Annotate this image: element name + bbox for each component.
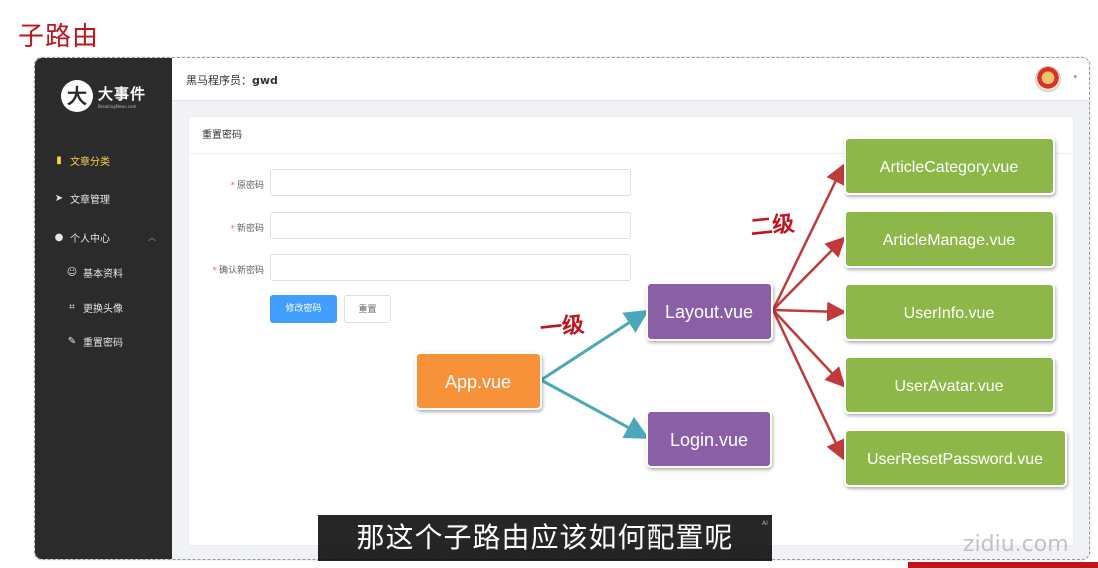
node-articlecategory-label: ArticleCategory.vue [880,159,1019,176]
paper-plane-icon: ➤ [54,192,64,204]
node-login: Login.vue [646,410,772,468]
node-app: App.vue [415,352,542,410]
node-userresetpassword-label: UserResetPassword.vue [867,451,1043,468]
avatar[interactable] [1035,66,1061,92]
confirm-password-input[interactable] [270,254,631,281]
welcome-prefix: 黑马程序员： [186,74,252,87]
node-login-label: Login.vue [670,430,748,450]
node-userinfo: UserInfo.vue [844,283,1055,341]
logo-name: 大事件 [98,85,147,103]
sidebar-item-article-category[interactable]: ▮ 文章分类 [35,145,172,175]
logo: 大 大事件 BreakingNews.com [61,80,146,112]
old-password-label: 原密码 [236,181,264,191]
node-articlecategory: ArticleCategory.vue [844,137,1055,195]
user-icon: ● [54,231,64,243]
required-mark: * [230,181,235,191]
required-mark: * [212,266,217,276]
crop-icon: ⌗ [69,301,75,313]
form-row-confirm-password: * 确认新密码 [189,254,649,282]
bar-chart-icon: ▮ [56,154,62,166]
logo-sub: BreakingNews.com [98,104,137,109]
required-mark: * [230,224,235,234]
form-row-old-password: * 原密码 [189,169,649,197]
slide-title: 子路由 [18,22,100,52]
corner-bar [908,562,1098,568]
confirm-password-label: 确认新密码 [218,266,264,276]
node-articlemanage: ArticleManage.vue [844,210,1055,268]
reset-button[interactable]: 重置 [344,295,391,323]
sidebar-item-label: 文章管理 [70,194,110,206]
sidebar-item-label: 更换头像 [83,303,123,315]
chevron-up-icon: ︿ [148,232,156,242]
node-useravatar: UserAvatar.vue [844,356,1055,414]
sidebar-item-user-info[interactable]: ☺ 基本资料 [35,257,172,287]
node-userinfo-label: UserInfo.vue [904,305,995,322]
sidebar-item-article-manage[interactable]: ➤ 文章管理 [35,183,172,213]
submit-button[interactable]: 修改密码 [270,295,337,323]
video-caption: 那这个子路由应该如何配置呢 [318,515,772,561]
sidebar-item-user-center[interactable]: ● 个人中心 ︿ [35,222,172,252]
node-useravatar-label: UserAvatar.vue [894,378,1003,395]
sidebar-item-label: 重置密码 [83,337,123,349]
sidebar-item-user-avatar[interactable]: ⌗ 更换头像 [35,292,172,322]
sidebar: 大 大事件 BreakingNews.com ▮ 文章分类 ➤ 文章管理 ● 个… [35,58,172,559]
welcome-text: 黑马程序员：gwd [186,72,278,88]
node-app-label: App.vue [445,372,511,392]
node-layout-label: Layout.vue [665,302,753,322]
edit-pen-icon: ✎ [67,335,77,347]
sidebar-item-label: 个人中心 [70,233,110,245]
node-userresetpassword: UserResetPassword.vue [844,429,1067,487]
logo-mark: 大 [61,80,93,112]
username: gwd [252,74,278,87]
node-articlemanage-label: ArticleManage.vue [883,232,1016,249]
user-outline-icon: ☺ [66,266,78,278]
sidebar-item-label: 基本资料 [83,268,123,280]
form-row-new-password: * 新密码 [189,212,649,240]
ai-mark: AI [762,520,768,527]
sidebar-item-label: 文章分类 [70,156,110,168]
old-password-input[interactable] [270,169,631,196]
caret-down-icon[interactable]: ▾ [1073,73,1077,81]
top-bar: 黑马程序员：gwd ▾ [172,58,1089,101]
new-password-input[interactable] [270,212,631,239]
new-password-label: 新密码 [236,224,264,234]
node-layout: Layout.vue [646,282,773,341]
sidebar-item-reset-password[interactable]: ✎ 重置密码 [35,326,172,356]
watermark: zidiu.com [963,532,1069,557]
